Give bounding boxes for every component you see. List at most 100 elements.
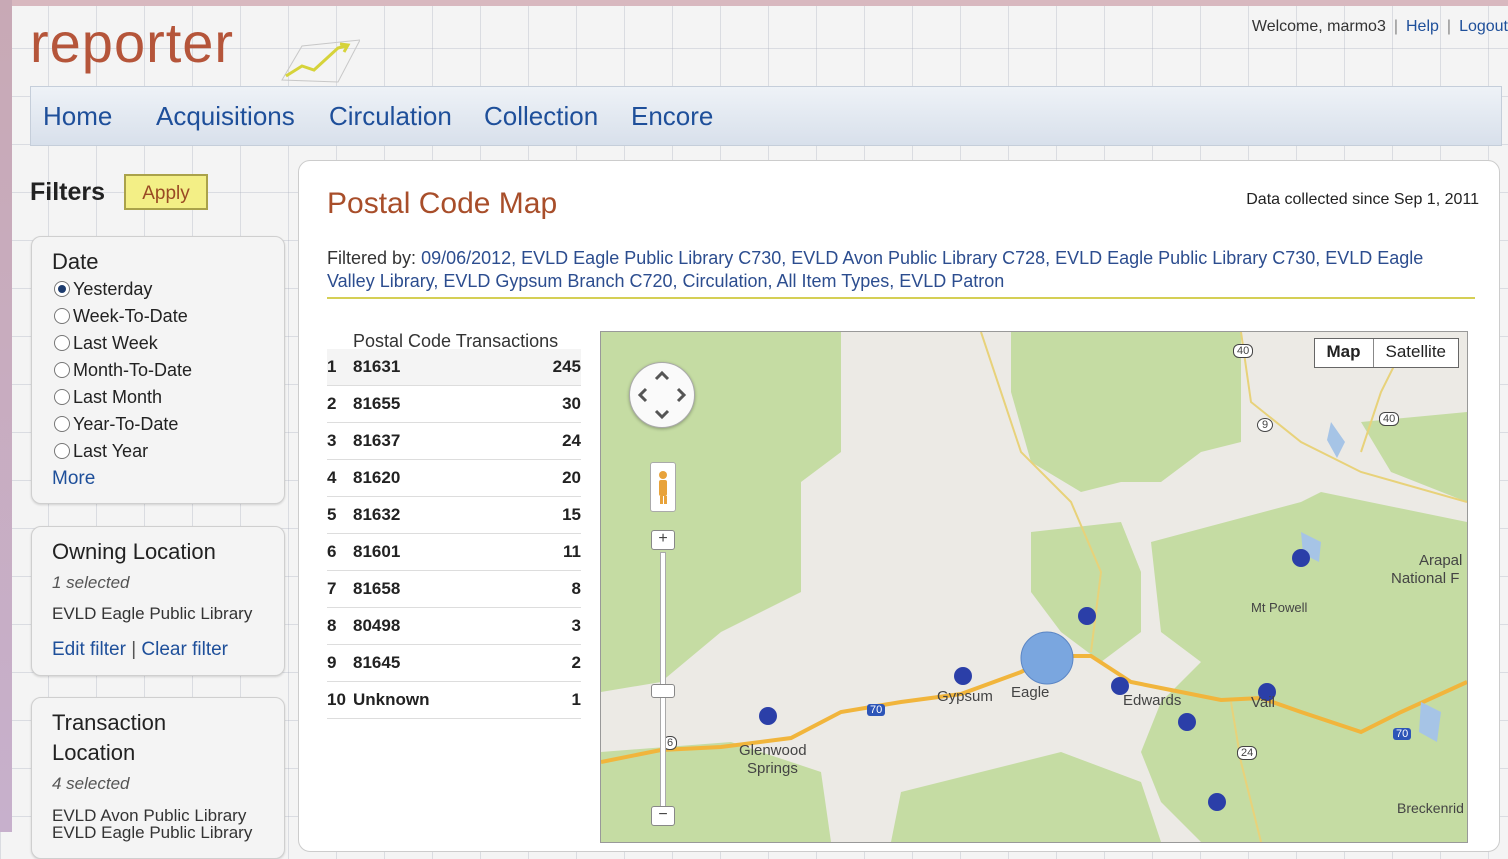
row-postal-code: 81632 [353,505,401,524]
radio-icon [54,362,70,378]
marker [759,707,777,725]
date-option-month-to-date[interactable]: Month-To-Date [54,360,192,381]
map-label-edwards: Edwards [1123,692,1182,709]
filtered-by-summary: Filtered by: 09/06/2012, EVLD Eagle Publ… [327,247,1457,293]
help-link[interactable]: Help [1406,18,1439,35]
row-transaction-count: 2 [571,653,581,672]
pan-control[interactable] [629,362,695,428]
filtered-by-values[interactable]: 09/06/2012, EVLD Eagle Public Library C7… [327,248,1423,291]
app-logo[interactable]: reporter [30,10,234,75]
transaction-location-item: EVLD Eagle Public Library [52,823,253,842]
map-canvas[interactable] [601,332,1467,842]
window-top-edge [0,0,1508,6]
row-transaction-count: 8 [571,579,581,598]
date-option-last-year[interactable]: Last Year [54,441,148,462]
map-label-gypsum: Gypsum [937,688,993,705]
map-type-satellite-button[interactable]: Satellite [1374,339,1458,367]
map-label-arapaho-2: National F [1391,570,1460,587]
user-links: Welcome, marmo3 | Help | Logout [1251,18,1508,35]
radio-icon [54,308,70,324]
date-option-week-to-date[interactable]: Week-To-Date [54,306,188,327]
date-filter-title: Date [52,249,99,274]
zoom-in-button[interactable]: + [651,530,675,550]
filtered-by-label: Filtered by: [327,248,417,268]
transaction-selected-count: 4 selected [52,774,130,793]
date-option-last-week[interactable]: Last Week [54,333,158,354]
logo-chart-icon [281,39,360,83]
row-rank: 1 [327,357,337,376]
radio-icon [54,389,70,405]
transaction-location-panel: Transaction Location 4 selected EVLD Avo… [31,697,285,859]
street-view-pegman-icon[interactable] [650,462,676,512]
date-more-link[interactable]: More [52,468,95,490]
transaction-location-title-line2: Location [52,740,136,765]
radio-icon [54,443,70,459]
marker-large [1020,631,1074,685]
nav-collection[interactable]: Collection [484,101,598,132]
page-title: Postal Code Map [327,187,558,220]
map-label-arapaho-1: Arapal [1419,552,1463,569]
nav-circulation[interactable]: Circulation [329,101,452,132]
table-row: 3 81637 24 [327,423,581,460]
marker [1078,607,1096,625]
logout-link[interactable]: Logout [1459,18,1508,35]
welcome-text: Welcome, marmo3 [1251,18,1386,35]
map-type-control: Map Satellite [1313,338,1459,368]
marker [1178,713,1196,731]
owning-selected-count: 1 selected [52,573,130,592]
us-route-24-shield: 24 [1237,746,1258,760]
map-type-map-button[interactable]: Map [1315,339,1374,367]
owning-filter-links: Edit filter | Clear filter [52,639,228,661]
row-transaction-count: 24 [562,431,581,450]
table-row: 2 81655 30 [327,386,581,423]
marker [1292,549,1310,567]
row-transaction-count: 20 [562,468,581,487]
link-separator: | [131,639,137,660]
date-filter-panel: Date Yesterday Week-To-Date Last Week Mo… [31,236,285,504]
row-postal-code: Unknown [353,690,430,709]
main-content-panel: Postal Code Map Data collected since Sep… [298,160,1500,852]
marker [954,667,972,685]
us-route-40-shield: 40 [1233,344,1254,358]
table-row: 6 81601 11 [327,534,581,571]
date-option-yesterday[interactable]: Yesterday [54,279,152,300]
postal-code-map[interactable]: Gypsum Eagle Edwards Vail Glenwood Sprin… [600,331,1468,843]
radio-selected-icon [54,281,70,297]
radio-icon [54,335,70,351]
row-rank: 4 [327,468,337,487]
row-postal-code: 80498 [353,616,401,635]
owning-location-item: EVLD Eagle Public Library [52,604,253,623]
map-label-eagle: Eagle [1011,684,1050,701]
table-row: 9 81645 2 [327,645,581,682]
table-row: 8 80498 3 [327,608,581,645]
pan-arrows-icon [637,370,687,420]
zoom-slider-handle[interactable] [651,684,675,698]
radio-icon [54,416,70,432]
zoom-out-button[interactable]: − [651,806,675,826]
state-route-9-shield: 9 [1257,418,1274,432]
clear-filter-link[interactable]: Clear filter [141,639,228,660]
row-transaction-count: 11 [563,542,581,561]
nav-encore[interactable]: Encore [631,101,713,132]
row-transaction-count: 1 [571,690,581,709]
filters-heading: Filters [30,178,106,206]
date-option-last-month[interactable]: Last Month [54,387,162,408]
owning-location-title: Owning Location [52,539,216,564]
map-label-vail: Vail [1251,694,1275,711]
main-nav: Home Acquisitions Circulation Collection… [30,86,1502,146]
us-route-40-shield: 40 [1379,412,1400,426]
table-row: 5 81632 15 [327,497,581,534]
row-postal-code: 81637 [353,431,401,450]
row-rank: 3 [327,431,337,450]
row-postal-code: 81658 [353,579,401,598]
nav-acquisitions[interactable]: Acquisitions [156,101,295,132]
nav-home[interactable]: Home [43,101,112,132]
row-transaction-count: 30 [562,394,581,413]
row-rank: 10 [327,690,346,709]
owning-location-panel: Owning Location 1 selected EVLD Eagle Pu… [31,526,285,676]
date-option-year-to-date[interactable]: Year-To-Date [54,414,178,435]
edit-filter-link[interactable]: Edit filter [52,639,126,660]
row-postal-code: 81655 [353,394,401,413]
map-label-springs: Springs [747,760,798,777]
apply-button[interactable]: Apply [124,174,208,210]
